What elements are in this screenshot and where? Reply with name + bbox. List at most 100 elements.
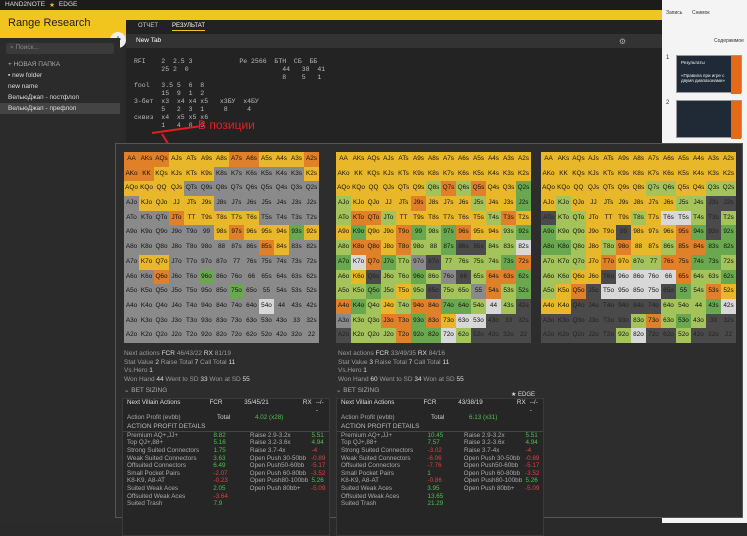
- hand-cell[interactable]: A2o: [124, 328, 139, 343]
- hand-cell[interactable]: T9s: [411, 210, 426, 226]
- new-folder-button[interactable]: + НОВАЯ ПАПКА: [0, 59, 120, 70]
- hand-cell[interactable]: T8s: [426, 210, 441, 226]
- hand-cell[interactable]: K4o: [139, 298, 154, 314]
- hand-cell[interactable]: AKo: [336, 166, 351, 182]
- hand-cell[interactable]: 85o: [214, 284, 229, 299]
- hand-cell[interactable]: 32s: [516, 313, 531, 329]
- hand-cell[interactable]: 65o: [244, 284, 259, 299]
- hand-cell[interactable]: J7s: [646, 196, 661, 211]
- hand-cell[interactable]: 95s: [259, 225, 274, 241]
- hand-cell[interactable]: K4s: [274, 166, 289, 182]
- hand-cell[interactable]: A5s: [471, 152, 486, 167]
- hand-cell[interactable]: 22: [721, 328, 736, 343]
- hand-cell[interactable]: 62s: [304, 269, 319, 285]
- hand-cell[interactable]: AKo: [124, 166, 139, 182]
- hand-cell[interactable]: Q2s: [304, 181, 319, 197]
- hand-cell[interactable]: 96o: [411, 269, 426, 285]
- hand-cell[interactable]: 42o: [274, 328, 289, 343]
- hand-cell[interactable]: A2s: [304, 152, 319, 167]
- hand-cell[interactable]: A6s: [456, 152, 471, 167]
- hand-cell[interactable]: A7o: [124, 254, 139, 270]
- hand-cell[interactable]: J6s: [661, 196, 676, 211]
- hand-cell[interactable]: 53o: [676, 313, 691, 329]
- hand-cell[interactable]: A3s: [289, 152, 304, 167]
- hand-cell[interactable]: A3s: [706, 152, 721, 167]
- hand-cell[interactable]: Q7s: [441, 181, 456, 197]
- hand-cell[interactable]: 97s: [646, 225, 661, 241]
- hand-cell[interactable]: 63s: [706, 269, 721, 285]
- hand-cell[interactable]: 66: [244, 269, 259, 285]
- hand-cell[interactable]: A2s: [516, 152, 531, 167]
- hand-cell[interactable]: T5o: [396, 284, 411, 299]
- hand-cell[interactable]: 73s: [289, 254, 304, 270]
- hand-cell[interactable]: QJo: [366, 196, 381, 211]
- hand-cell[interactable]: T9o: [396, 225, 411, 241]
- hand-cell[interactable]: T9o: [601, 225, 616, 241]
- hand-cell[interactable]: T5s: [259, 210, 274, 226]
- hand-cell[interactable]: 87o: [426, 254, 441, 270]
- hand-cell[interactable]: 96s: [244, 225, 259, 241]
- hand-cell[interactable]: Q2o: [571, 328, 586, 343]
- hand-cell[interactable]: J2o: [381, 328, 396, 343]
- hand-cell[interactable]: 65s: [471, 269, 486, 285]
- hand-cell[interactable]: T4s: [274, 210, 289, 226]
- hand-cell[interactable]: J3o: [381, 313, 396, 329]
- hand-cell[interactable]: A3s: [501, 152, 516, 167]
- hand-cell[interactable]: 92o: [411, 328, 426, 343]
- hand-cell[interactable]: AA: [124, 152, 139, 167]
- hand-cell[interactable]: T6s: [244, 210, 259, 226]
- hand-cell[interactable]: K7o: [139, 254, 154, 270]
- hand-cell[interactable]: 62s: [516, 269, 531, 285]
- hand-cell[interactable]: 98s: [631, 225, 646, 241]
- hand-cell[interactable]: 86s: [456, 240, 471, 255]
- hand-cell[interactable]: 74o: [441, 298, 456, 314]
- hand-cell[interactable]: T5s: [676, 210, 691, 226]
- hand-cell[interactable]: Q9o: [366, 225, 381, 241]
- hand-cell[interactable]: JTs: [601, 196, 616, 211]
- hand-cell[interactable]: AKs: [556, 152, 571, 167]
- hand-cell[interactable]: 76s: [661, 254, 676, 270]
- hand-cell[interactable]: J9o: [169, 225, 184, 241]
- hand-cell[interactable]: 63o: [244, 313, 259, 329]
- hand-cell[interactable]: Q6s: [456, 181, 471, 197]
- hand-cell[interactable]: T7o: [184, 254, 199, 270]
- hand-cell[interactable]: 64s: [486, 269, 501, 285]
- hand-cell[interactable]: Q8o: [571, 240, 586, 255]
- hand-cell[interactable]: KTs: [396, 166, 411, 182]
- hand-cell[interactable]: AKs: [139, 152, 154, 167]
- hand-cell[interactable]: 75o: [441, 284, 456, 299]
- hand-cell[interactable]: 53s: [706, 284, 721, 299]
- hand-cell[interactable]: 52s: [304, 284, 319, 299]
- hand-cell[interactable]: K7s: [229, 166, 244, 182]
- hand-cell[interactable]: A7o: [541, 254, 556, 270]
- hand-cell[interactable]: 64s: [691, 269, 706, 285]
- hand-cell[interactable]: K5s: [471, 166, 486, 182]
- hand-cell[interactable]: 82o: [426, 328, 441, 343]
- hand-cell[interactable]: KJs: [586, 166, 601, 182]
- hand-cell[interactable]: 93s: [501, 225, 516, 241]
- hand-cell[interactable]: T4o: [396, 298, 411, 314]
- hand-cell[interactable]: K9s: [616, 166, 631, 182]
- hand-cell[interactable]: T8s: [214, 210, 229, 226]
- hand-cell[interactable]: K3s: [289, 166, 304, 182]
- hand-cell[interactable]: T8o: [396, 240, 411, 255]
- hand-cell[interactable]: 62s: [721, 269, 736, 285]
- hand-cell[interactable]: Q4s: [691, 181, 706, 197]
- hand-cell[interactable]: A5o: [336, 284, 351, 299]
- hand-cell[interactable]: 76s: [456, 254, 471, 270]
- hand-cell[interactable]: AJs: [169, 152, 184, 167]
- hand-cell[interactable]: K9o: [351, 225, 366, 241]
- hand-cell[interactable]: AJo: [541, 196, 556, 211]
- hand-cell[interactable]: Q7s: [229, 181, 244, 197]
- hand-cell[interactable]: 87s: [441, 240, 456, 255]
- hand-cell[interactable]: 85s: [676, 240, 691, 255]
- hand-cell[interactable]: AKs: [351, 152, 366, 167]
- hand-cell[interactable]: 54s: [691, 284, 706, 299]
- hand-cell[interactable]: 95o: [199, 284, 214, 299]
- hand-cell[interactable]: 99: [411, 225, 426, 241]
- hand-cell[interactable]: 92o: [616, 328, 631, 343]
- tab-result[interactable]: РЕЗУЛЬТАТ: [172, 23, 205, 31]
- hand-cell[interactable]: 75s: [471, 254, 486, 270]
- hand-cell[interactable]: K9s: [199, 166, 214, 182]
- hand-cell[interactable]: T3o: [601, 313, 616, 329]
